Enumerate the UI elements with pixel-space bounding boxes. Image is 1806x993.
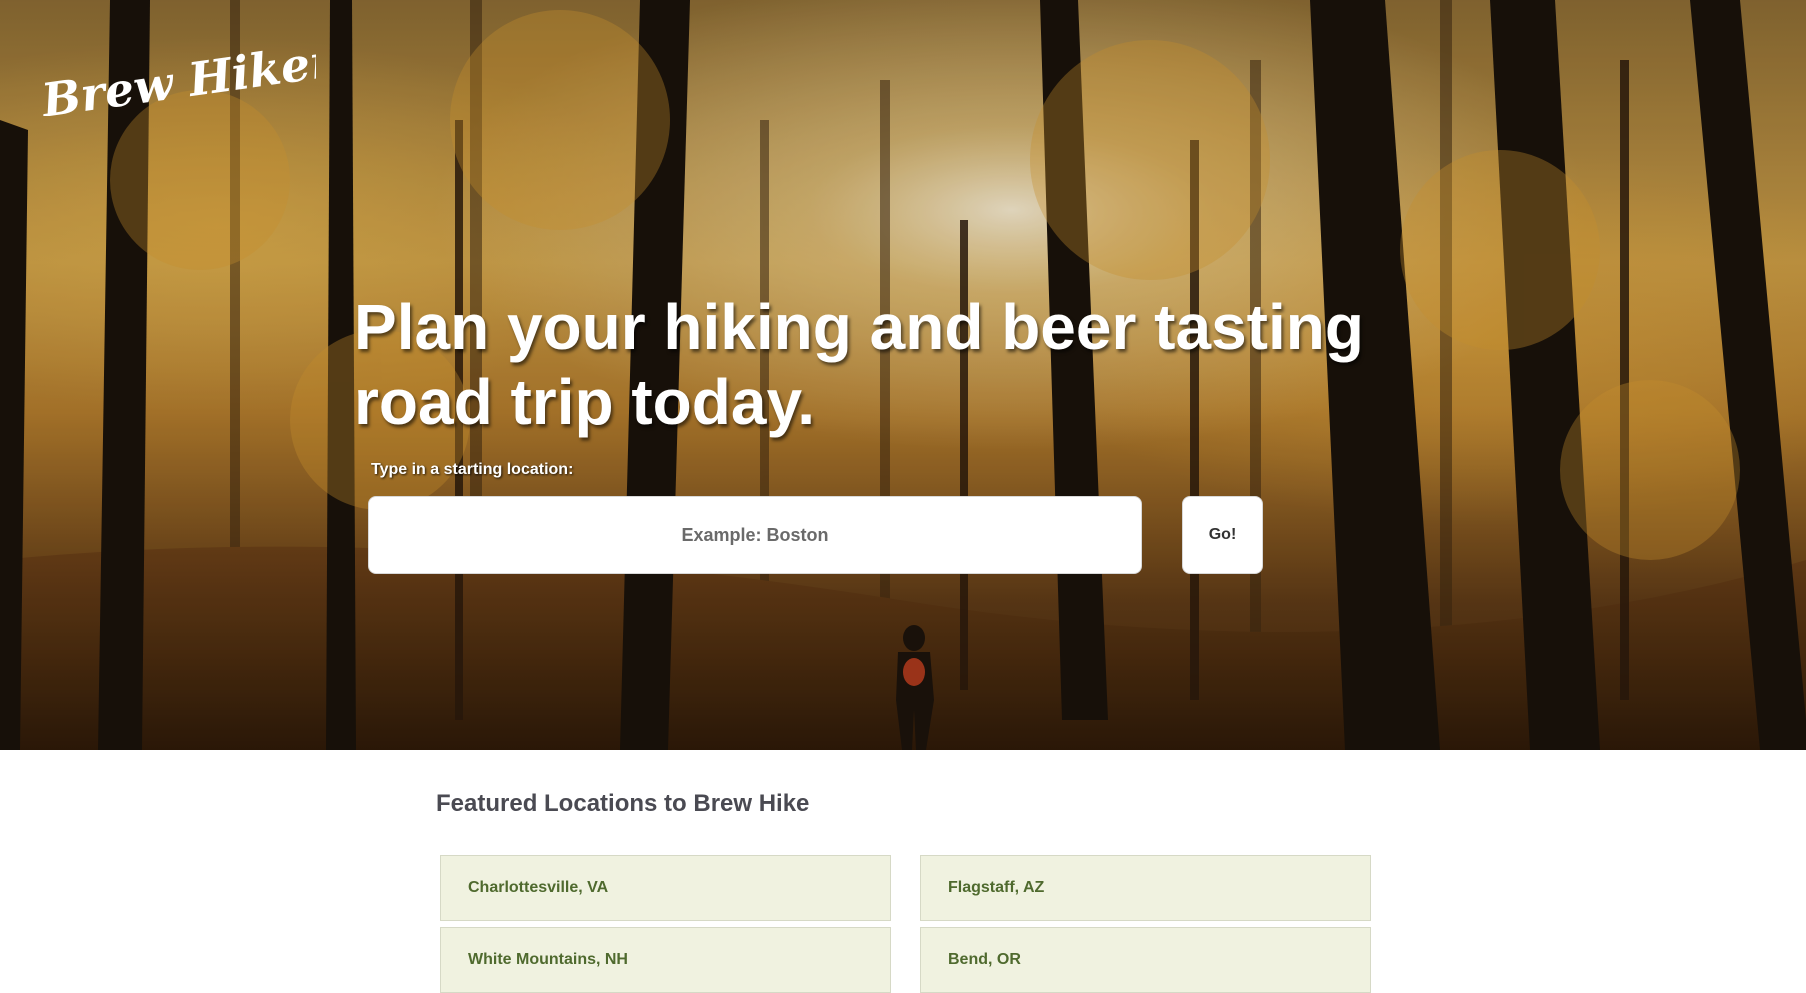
starting-location-input[interactable] bbox=[368, 496, 1142, 574]
featured-locations-grid: Charlottesville, VA Flagstaff, AZ White … bbox=[440, 855, 1371, 993]
featured-locations-title: Featured Locations to Brew Hike bbox=[436, 790, 810, 817]
featured-location-charlottesville[interactable]: Charlottesville, VA bbox=[440, 855, 891, 921]
featured-location-flagstaff[interactable]: Flagstaff, AZ bbox=[920, 855, 1371, 921]
hero-headline: Plan your hiking and beer tasting road t… bbox=[354, 291, 1364, 438]
featured-location-bend[interactable]: Bend, OR bbox=[920, 927, 1371, 993]
brew-hikers-logo[interactable]: Brew Hikers bbox=[36, 26, 316, 116]
starting-location-label: Type in a starting location: bbox=[371, 461, 574, 478]
featured-location-white-mountains[interactable]: White Mountains, NH bbox=[440, 927, 891, 993]
hero-banner: Brew Hikers Plan your hiking and beer ta… bbox=[0, 0, 1806, 750]
go-button[interactable]: Go! bbox=[1182, 496, 1263, 574]
svg-text:Brew Hikers: Brew Hikers bbox=[36, 30, 316, 116]
